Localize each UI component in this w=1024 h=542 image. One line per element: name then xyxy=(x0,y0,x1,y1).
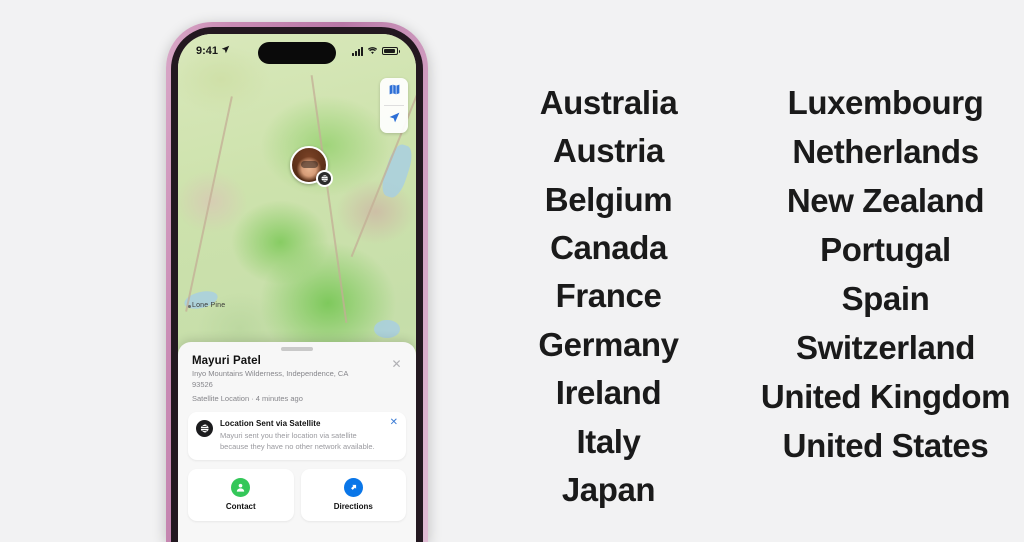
contact-person-icon xyxy=(231,477,251,497)
country-item: Italy xyxy=(576,422,641,460)
status-bar-left: 9:41 xyxy=(196,45,230,57)
country-item: Ireland xyxy=(555,374,662,412)
country-item: United States xyxy=(782,427,989,464)
sheet-title: Mayuri Patel xyxy=(192,355,261,367)
map-layers-icon xyxy=(388,83,401,101)
dynamic-island xyxy=(258,42,336,64)
contact-button-label: Contact xyxy=(225,501,256,511)
country-item: Portugal xyxy=(820,231,951,268)
directions-button-label: Directions xyxy=(333,501,373,511)
country-item: Luxembourg xyxy=(787,84,984,121)
place-detail-sheet: Mayuri Patel Inyo Mountains Wilderness, … xyxy=(178,342,416,542)
country-item: Austria xyxy=(553,132,664,170)
satellite-icon xyxy=(196,419,213,437)
contact-button[interactable]: Contact xyxy=(188,468,294,521)
satellite-notification-banner[interactable]: Location Sent via Satellite Mayuri sent … xyxy=(188,411,406,460)
country-item: Spain xyxy=(841,280,930,317)
location-arrow-icon xyxy=(388,111,401,129)
country-item: United Kingdom xyxy=(760,378,1011,415)
map-locate-button[interactable] xyxy=(380,106,408,133)
location-arrow-icon xyxy=(221,45,230,57)
country-item: Canada xyxy=(550,229,667,267)
map-place-dot xyxy=(188,305,191,308)
cellular-signal-icon xyxy=(352,46,363,56)
map-layers-button[interactable] xyxy=(380,78,408,105)
country-item: Switzerland xyxy=(796,329,975,366)
map-place-label: Lone Pine xyxy=(192,302,226,309)
banner-title: Location Sent via Satellite xyxy=(220,418,321,428)
status-time: 9:41 xyxy=(196,45,219,57)
banner-text: Mayuri sent you their location via satel… xyxy=(220,430,375,451)
sheet-address: Inyo Mountains Wilderness, Independence,… xyxy=(192,369,348,389)
country-item: Australia xyxy=(539,83,678,121)
country-item: Japan xyxy=(561,471,656,509)
close-icon[interactable]: ✕ xyxy=(390,417,398,428)
countries-column-left: Australia Austria Belgium Canada France … xyxy=(470,0,747,514)
map-person-pin[interactable] xyxy=(290,146,333,187)
map-road xyxy=(310,75,348,323)
country-item: Belgium xyxy=(544,180,673,218)
map-road xyxy=(185,96,233,312)
satellite-icon xyxy=(316,170,333,187)
action-buttons: Contact Directions xyxy=(188,468,406,521)
directions-arrow-icon xyxy=(343,477,363,497)
close-icon[interactable]: ✕ xyxy=(389,356,404,371)
country-item: France xyxy=(555,277,662,315)
supported-countries-list: Australia Austria Belgium Canada France … xyxy=(470,0,1024,514)
battery-icon xyxy=(382,47,400,55)
banner-body: Location Sent via Satellite Mayuri sent … xyxy=(220,419,398,452)
country-item: Germany xyxy=(538,325,679,363)
status-bar-right xyxy=(352,42,400,60)
sheet-header: Mayuri Patel Inyo Mountains Wilderness, … xyxy=(178,351,416,403)
map-controls xyxy=(380,78,408,133)
map-water-body xyxy=(374,320,400,338)
countries-column-right: Luxembourg Netherlands New Zealand Portu… xyxy=(747,0,1024,514)
country-item: Netherlands xyxy=(792,133,979,170)
country-item: New Zealand xyxy=(786,182,985,219)
directions-button[interactable]: Directions xyxy=(300,468,406,521)
sheet-meta: Satellite Location · 4 minutes ago xyxy=(192,393,303,403)
phone-mockup: Lone Pine 9:41 Mayuri Patel Inyo Mountai… xyxy=(166,22,428,542)
phone-screen: Lone Pine 9:41 Mayuri Patel Inyo Mountai… xyxy=(178,34,416,542)
wifi-icon xyxy=(367,42,378,60)
